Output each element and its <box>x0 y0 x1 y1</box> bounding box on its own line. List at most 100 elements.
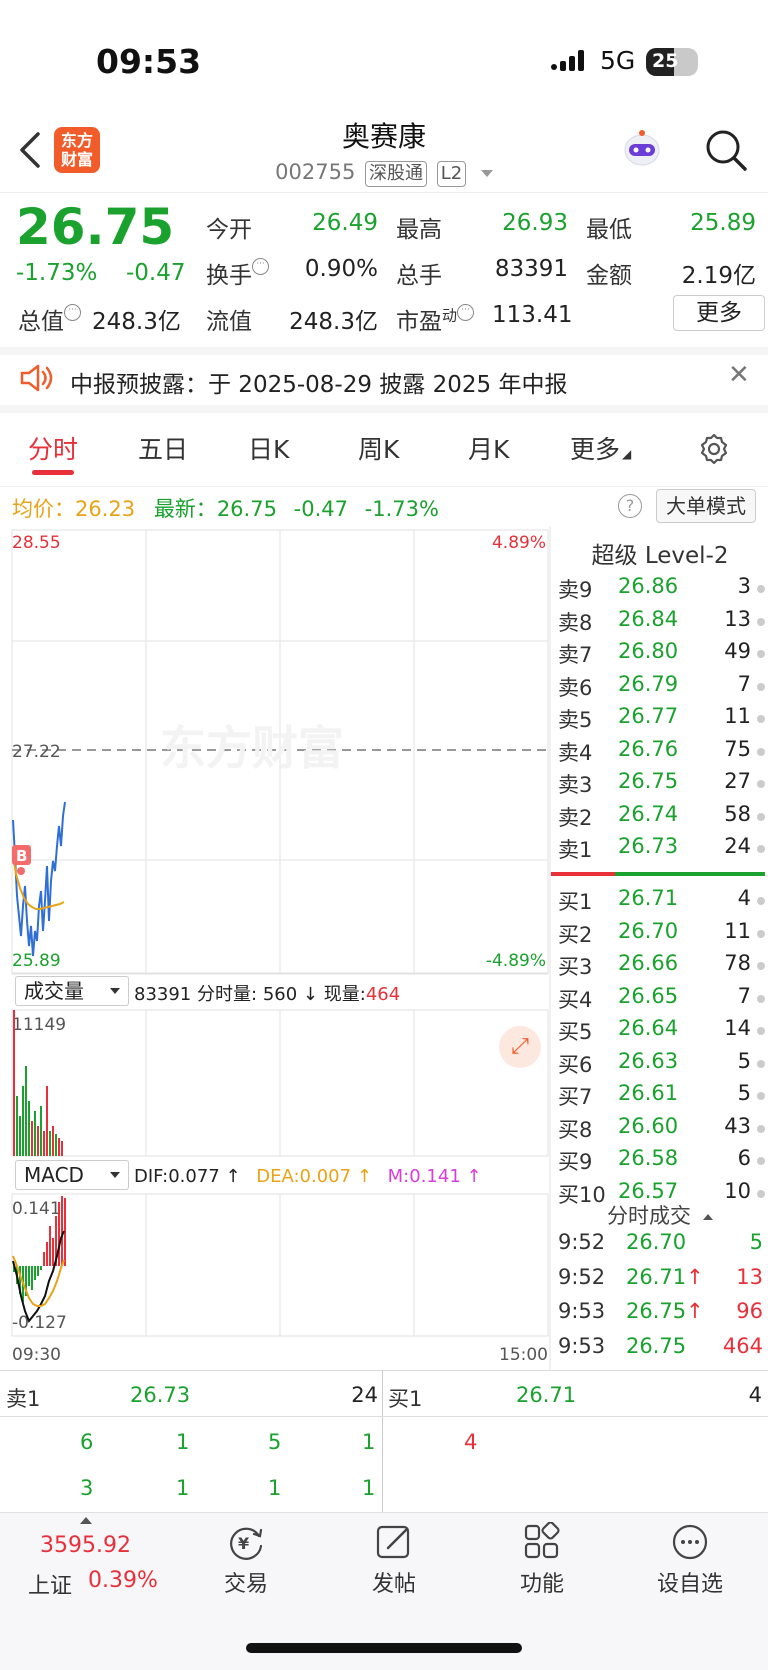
info-dots-icon: ··· <box>64 304 81 321</box>
avg-latest-row: 均价：26.23 最新：26.75 -0.47 -1.73% <box>12 497 439 521</box>
level-label: 买7 <box>558 1085 593 1109</box>
level-volume: 7 <box>737 671 751 696</box>
level-volume: 58 <box>724 801 751 826</box>
nav-trade[interactable]: ¥ 交易 <box>186 1522 306 1598</box>
bid-row[interactable]: 买9 26.58 6 <box>555 1146 765 1178</box>
level-volume: 27 <box>724 769 751 793</box>
more-quote-button[interactable]: 更多 <box>673 295 765 331</box>
trade-time: 9:53 <box>558 1299 606 1323</box>
big-order-mode-button[interactable]: 大单模式 <box>656 489 756 523</box>
turnover-label[interactable]: 换手 ··· <box>206 256 269 290</box>
index-name[interactable]: 上证 <box>28 1568 72 1600</box>
index-value[interactable]: 3595.92 <box>40 1533 131 1558</box>
level-price: 26.76 <box>618 736 679 761</box>
dot-icon <box>757 682 765 691</box>
tab-five-day[interactable]: 五日 <box>138 430 188 466</box>
level-volume: 24 <box>724 834 751 858</box>
index-percent[interactable]: 0.39% <box>88 1568 158 1593</box>
low-value: 25.89 <box>690 210 756 236</box>
grid-icon <box>524 1522 560 1559</box>
dot-icon <box>757 812 765 821</box>
bid-row[interactable]: 买7 26.61 5 <box>555 1081 765 1113</box>
level-price: 26.80 <box>618 639 679 663</box>
active-tab-indicator <box>32 470 74 475</box>
intraday-chart[interactable]: 东方财富 28.55 27.22 25.89 4.89% -4.89% B 11… <box>0 526 552 1370</box>
bid-row[interactable]: 买5 26.64 14 <box>555 1016 765 1048</box>
volume-info: 83391 分时量: 560 ↓ 现量:464 <box>134 984 401 1005</box>
edit-icon <box>376 1525 410 1559</box>
dot-icon <box>757 650 765 658</box>
dot-icon <box>757 747 765 756</box>
search-icon[interactable] <box>704 128 748 172</box>
level-label: 卖3 <box>558 773 593 797</box>
amount-label: 金额 <box>586 263 632 289</box>
ask-row[interactable]: 卖7 26.80 49 <box>555 639 765 671</box>
trade-volume: 96 <box>736 1299 763 1323</box>
tab-monthly-k[interactable]: 月K <box>468 430 509 466</box>
level-price: 26.73 <box>618 834 679 858</box>
macd-y-bottom: -0.127 <box>12 1313 67 1333</box>
queue-ask-label: 卖1 <box>6 1387 41 1411</box>
tab-more[interactable]: 更多 ◢ <box>570 430 631 466</box>
notice-text: 中报预披露：于 2025-08-29 披露 2025 年中报 <box>70 372 568 398</box>
ask-row[interactable]: 卖3 26.75 27 <box>555 769 765 801</box>
bid-row[interactable]: 买4 26.65 7 <box>555 984 765 1016</box>
watermark: 东方财富 <box>160 721 344 775</box>
robot-assistant-icon[interactable] <box>620 128 664 172</box>
ask-row[interactable]: 卖6 26.79 7 <box>555 672 765 704</box>
gear-icon[interactable] <box>697 432 731 466</box>
macd-indicator-select[interactable]: MACD <box>15 1160 129 1190</box>
macd-y-top: 0.141 <box>12 1199 61 1219</box>
volume-indicator-select[interactable]: 成交量 <box>15 976 129 1006</box>
high-label: 最高 <box>396 217 442 243</box>
ask-row[interactable]: 卖9 26.86 3 <box>555 574 765 606</box>
nav-post[interactable]: 发帖 <box>334 1522 454 1598</box>
bid-row[interactable]: 买3 26.66 78 <box>555 951 765 983</box>
help-icon[interactable]: ? <box>618 494 642 518</box>
tab-intraday[interactable]: 分时 <box>28 430 78 466</box>
change-percent: -1.73% <box>16 260 98 286</box>
nav-add-watchlist[interactable]: 设自选 <box>630 1522 750 1598</box>
level-volume: 4 <box>737 886 751 910</box>
tab-weekly-k[interactable]: 周K <box>358 430 399 466</box>
stock-code: 002755 <box>275 160 356 184</box>
expand-icon[interactable]: ⤢ <box>499 1026 541 1068</box>
bid-row[interactable]: 买8 26.60 43 <box>555 1114 765 1146</box>
bid-row[interactable]: 买2 26.70 11 <box>555 919 765 951</box>
ask-row[interactable]: 卖8 26.84 13 <box>555 607 765 639</box>
volume-panel-grid <box>11 1009 549 1157</box>
trade-row: 9:52 26.71↑ 13 <box>558 1265 763 1299</box>
queue-cell: 1 <box>176 1430 190 1454</box>
tab-daily-k[interactable]: 日K <box>248 430 289 466</box>
level-volume: 5 <box>737 1081 751 1105</box>
queue-ask-price: 26.73 <box>130 1383 191 1407</box>
ask-row[interactable]: 卖4 26.76 75 <box>555 737 765 769</box>
mktcap-label[interactable]: 总值 ··· <box>18 302 81 336</box>
dot-icon <box>757 1027 765 1035</box>
level-price: 26.60 <box>618 1113 679 1138</box>
caret-up-icon <box>80 1517 92 1524</box>
bid-row[interactable]: 买6 26.63 5 <box>555 1049 765 1081</box>
ask-row[interactable]: 卖1 26.73 24 <box>555 834 765 866</box>
ask-row[interactable]: 卖5 26.77 11 <box>555 704 765 736</box>
home-indicator <box>246 1643 522 1653</box>
dot-icon <box>757 845 765 853</box>
trade-price: 26.75↑ <box>626 1299 704 1323</box>
dot-icon <box>757 994 765 1003</box>
close-icon[interactable]: ✕ <box>728 360 750 390</box>
pe-label[interactable]: 市盈动 ··· <box>396 302 475 336</box>
trades-title[interactable]: 分时成交 <box>552 1200 768 1230</box>
queue-bid-vol: 4 <box>748 1383 762 1407</box>
pct-axis-top: 4.89% <box>492 533 546 553</box>
high-value: 26.93 <box>502 210 568 236</box>
ask-row[interactable]: 卖2 26.74 58 <box>555 802 765 834</box>
trade-time: 9:52 <box>558 1230 606 1254</box>
float-value: 248.3亿 <box>289 309 378 335</box>
nav-functions[interactable]: 功能 <box>482 1522 602 1598</box>
level-volume: 5 <box>737 1048 751 1073</box>
level-price: 26.58 <box>618 1146 679 1170</box>
info-dots-icon: ··· <box>252 258 269 275</box>
bid-row[interactable]: 买1 26.71 4 <box>555 886 765 918</box>
y-axis-top: 28.55 <box>12 533 61 553</box>
svg-text:B: B <box>16 847 27 865</box>
